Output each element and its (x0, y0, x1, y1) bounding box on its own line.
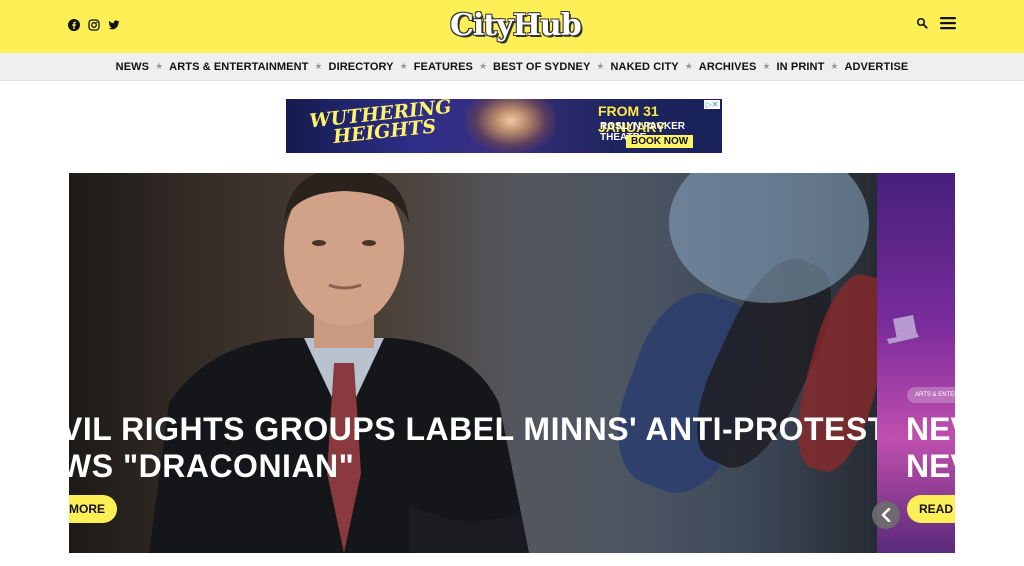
slide-next-category[interactable]: ARTS & ENTERT (907, 387, 955, 403)
ad-performer-image (466, 99, 556, 153)
star-separator-icon: ★ (684, 61, 693, 72)
slide-next-read-more-button[interactable]: READ M (907, 495, 955, 523)
site-header: CityHub (0, 0, 1024, 53)
nav-link[interactable]: IN PRINT (777, 61, 825, 73)
ad-title: WUTHERING HEIGHTS (308, 99, 455, 148)
slider-prev-button[interactable] (872, 501, 900, 529)
chevron-left-icon (881, 508, 891, 522)
slide-next-headline[interactable]: NEV NEV (906, 411, 955, 485)
slide-headline-line2: WS "DRACONIAN" (69, 448, 355, 484)
ad-banner[interactable]: WUTHERING HEIGHTS FROM 31 JANUARY ROSLYN… (286, 99, 722, 153)
slide-headline[interactable]: VIL RIGHTS GROUPS LABEL MINNS' ANTI-PROT… (69, 411, 877, 485)
slide-headline-line1: VIL RIGHTS GROUPS LABEL MINNS' ANTI-PROT… (69, 411, 877, 447)
social-links (68, 19, 120, 31)
nav-item[interactable]: ★ DIRECTORY (308, 61, 393, 73)
ad-book-now-button[interactable]: BOOK NOW (626, 135, 694, 148)
nav-item[interactable]: ★ FEATURES (394, 61, 473, 73)
nav-link[interactable]: ARCHIVES (699, 61, 757, 73)
microphone-blur-4 (669, 173, 869, 303)
site-logo[interactable]: CityHub (450, 4, 582, 48)
hamburger-menu-icon[interactable] (940, 16, 956, 30)
nav-item[interactable]: ★ BEST OF SYDNEY (473, 61, 590, 73)
slide-current[interactable]: VIL RIGHTS GROUPS LABEL MINNS' ANTI-PROT… (69, 173, 877, 553)
slide-next-headline-line2: NEV (906, 448, 955, 484)
nav-link[interactable]: BEST OF SYDNEY (493, 61, 590, 73)
facebook-icon[interactable] (68, 19, 80, 31)
header-actions (916, 16, 956, 30)
nav-link[interactable]: ADVERTISE (844, 61, 908, 73)
nav-link[interactable]: ARTS & ENTERTAINMENT (169, 61, 308, 73)
top-hat-icon (887, 315, 919, 344)
search-icon[interactable] (916, 17, 928, 29)
nav-item[interactable]: NEWS (116, 61, 149, 73)
nav-link[interactable]: NAKED CITY (610, 61, 678, 73)
ad-choices-icon[interactable]: ▷✕ (704, 100, 720, 109)
featured-slider: VIL RIGHTS GROUPS LABEL MINNS' ANTI-PROT… (69, 173, 955, 553)
star-separator-icon: ★ (830, 61, 839, 72)
star-separator-icon: ★ (314, 61, 323, 72)
star-separator-icon: ★ (596, 61, 605, 72)
nav-item[interactable]: ★ NAKED CITY (590, 61, 678, 73)
star-separator-icon: ★ (155, 61, 164, 72)
nav-link[interactable]: FEATURES (414, 61, 473, 73)
nav-link[interactable]: DIRECTORY (329, 61, 394, 73)
slide-photo (149, 173, 529, 553)
nav-item[interactable]: ★ ARTS & ENTERTAINMENT (149, 61, 308, 73)
slide-next-headline-line1: NEV (906, 411, 955, 447)
star-separator-icon: ★ (762, 61, 771, 72)
star-separator-icon: ★ (399, 61, 408, 72)
nav-item[interactable]: ★ ARCHIVES (679, 61, 757, 73)
nav-item[interactable]: ★ IN PRINT (756, 61, 824, 73)
read-more-button[interactable]: MORE (69, 495, 117, 523)
nav-link[interactable]: NEWS (116, 61, 149, 73)
twitter-icon[interactable] (108, 19, 120, 31)
nav-item[interactable]: ★ ADVERTISE (824, 61, 908, 73)
instagram-icon[interactable] (88, 19, 100, 31)
main-nav: NEWS ★ ARTS & ENTERTAINMENT ★ DIRECTORY ★ FEAT… (0, 53, 1024, 81)
star-separator-icon: ★ (478, 61, 488, 72)
